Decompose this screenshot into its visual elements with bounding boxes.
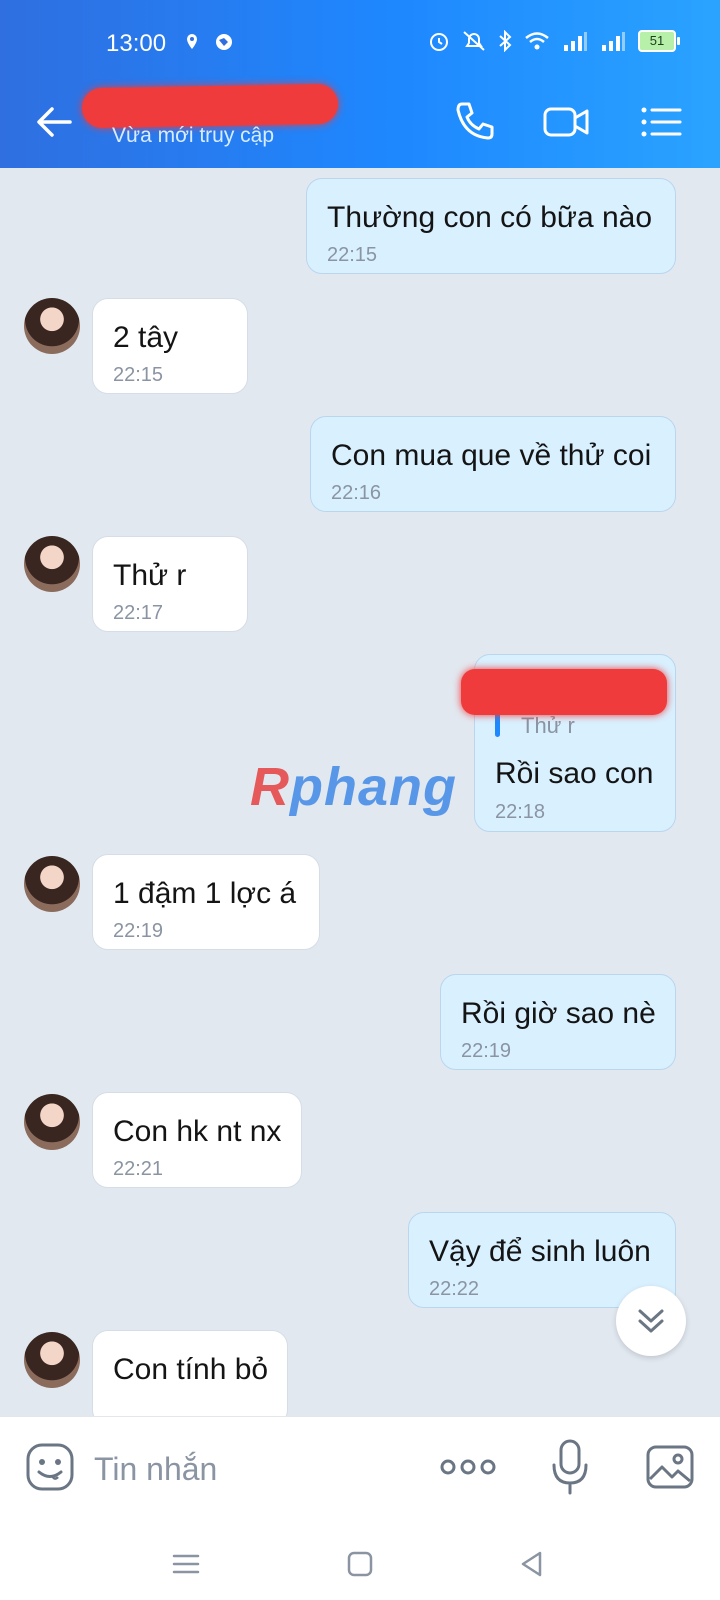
message-text: Thường con có bữa nào — [327, 201, 653, 234]
message-time: 22:22 — [429, 1278, 480, 1300]
system-navigation-bar — [0, 1526, 720, 1600]
avatar[interactable] — [24, 298, 80, 354]
signal-icon-2 — [602, 32, 625, 51]
message-outgoing[interactable]: Rồi giờ sao nè 22:19 — [440, 974, 676, 1070]
message-input[interactable] — [92, 1441, 396, 1497]
message-incoming[interactable]: Con hk nt nx 22:21 — [92, 1092, 302, 1188]
location-icon — [186, 32, 234, 58]
status-time: 13:00 — [106, 30, 167, 57]
message-time: 22:19 — [461, 1040, 512, 1062]
more-options-icon[interactable] — [440, 1447, 496, 1487]
message-text: Thử r — [113, 559, 187, 592]
redacted-contact-name — [81, 83, 339, 129]
watermark-logo: Rphang — [250, 757, 457, 817]
chat-header: Vừa mới truy cập — [0, 72, 720, 168]
message-incoming[interactable]: 1 đậm 1 lợc á 22:19 — [92, 854, 320, 950]
double-chevron-down-icon — [638, 1309, 664, 1333]
signal-icon — [564, 32, 587, 51]
message-text: 2 tây — [113, 321, 179, 354]
message-text: Con mua que về thử coi — [331, 439, 652, 472]
video-call-icon[interactable] — [542, 98, 590, 146]
bluetooth-icon — [499, 30, 512, 52]
menu-list-icon[interactable] — [636, 98, 684, 146]
message-text: Con hk nt nx — [113, 1115, 282, 1148]
avatar[interactable] — [24, 1332, 80, 1388]
recent-apps-icon[interactable] — [170, 1548, 202, 1580]
back-triangle-icon[interactable] — [516, 1548, 548, 1580]
message-time: 22:18 — [495, 801, 546, 823]
message-time: 22:15 — [327, 244, 378, 266]
message-text: Rồi giờ sao nè — [461, 997, 656, 1030]
message-time: 22:19 — [113, 920, 164, 942]
redacted-reply-author — [461, 669, 667, 715]
message-text: Vậy để sinh luôn — [429, 1235, 651, 1268]
back-arrow-icon[interactable] — [30, 98, 78, 146]
status-icons: 51 — [428, 30, 680, 52]
mute-icon — [463, 31, 485, 51]
image-gallery-icon[interactable] — [644, 1441, 696, 1493]
message-text: Rồi sao con — [495, 757, 654, 790]
microphone-icon[interactable] — [550, 1437, 590, 1497]
message-list[interactable]: Thường con có bữa nào 22:15 2 tây 22:15 … — [0, 168, 720, 1416]
home-icon[interactable] — [344, 1548, 376, 1580]
scroll-to-bottom-button[interactable] — [616, 1286, 686, 1356]
battery-indicator: 51 — [638, 30, 680, 52]
message-time: 22:15 — [113, 364, 164, 386]
emoji-sticker-icon[interactable] — [24, 1441, 76, 1493]
message-time: 22:21 — [113, 1158, 164, 1180]
alarm-icon — [430, 33, 448, 51]
message-text: 1 đậm 1 lợc á — [113, 877, 297, 910]
message-outgoing[interactable]: Thường con có bữa nào 22:15 — [306, 178, 676, 274]
last-seen-status: Vừa mới truy cập — [112, 124, 275, 147]
wifi-icon — [525, 32, 549, 50]
message-time: 22:17 — [113, 602, 164, 624]
message-incoming[interactable]: Thử r 22:17 — [92, 536, 248, 632]
message-time: 22:16 — [331, 482, 382, 504]
message-text: Con tính bỏ — [113, 1353, 269, 1386]
reply-quote-text: Thử r — [521, 713, 575, 738]
status-bar: 13:00 51 — [0, 0, 720, 72]
avatar[interactable] — [24, 1094, 80, 1150]
phone-call-icon[interactable] — [450, 98, 498, 146]
message-incoming[interactable]: 2 tây 22:15 — [92, 298, 248, 394]
message-outgoing-reply[interactable]: Thử r Rồi sao con 22:18 — [461, 654, 676, 832]
avatar[interactable] — [24, 856, 80, 912]
avatar[interactable] — [24, 536, 80, 592]
message-incoming[interactable]: Con tính bỏ — [92, 1330, 288, 1416]
message-composer — [0, 1416, 720, 1527]
message-outgoing[interactable]: Con mua que về thử coi 22:16 — [310, 416, 676, 512]
